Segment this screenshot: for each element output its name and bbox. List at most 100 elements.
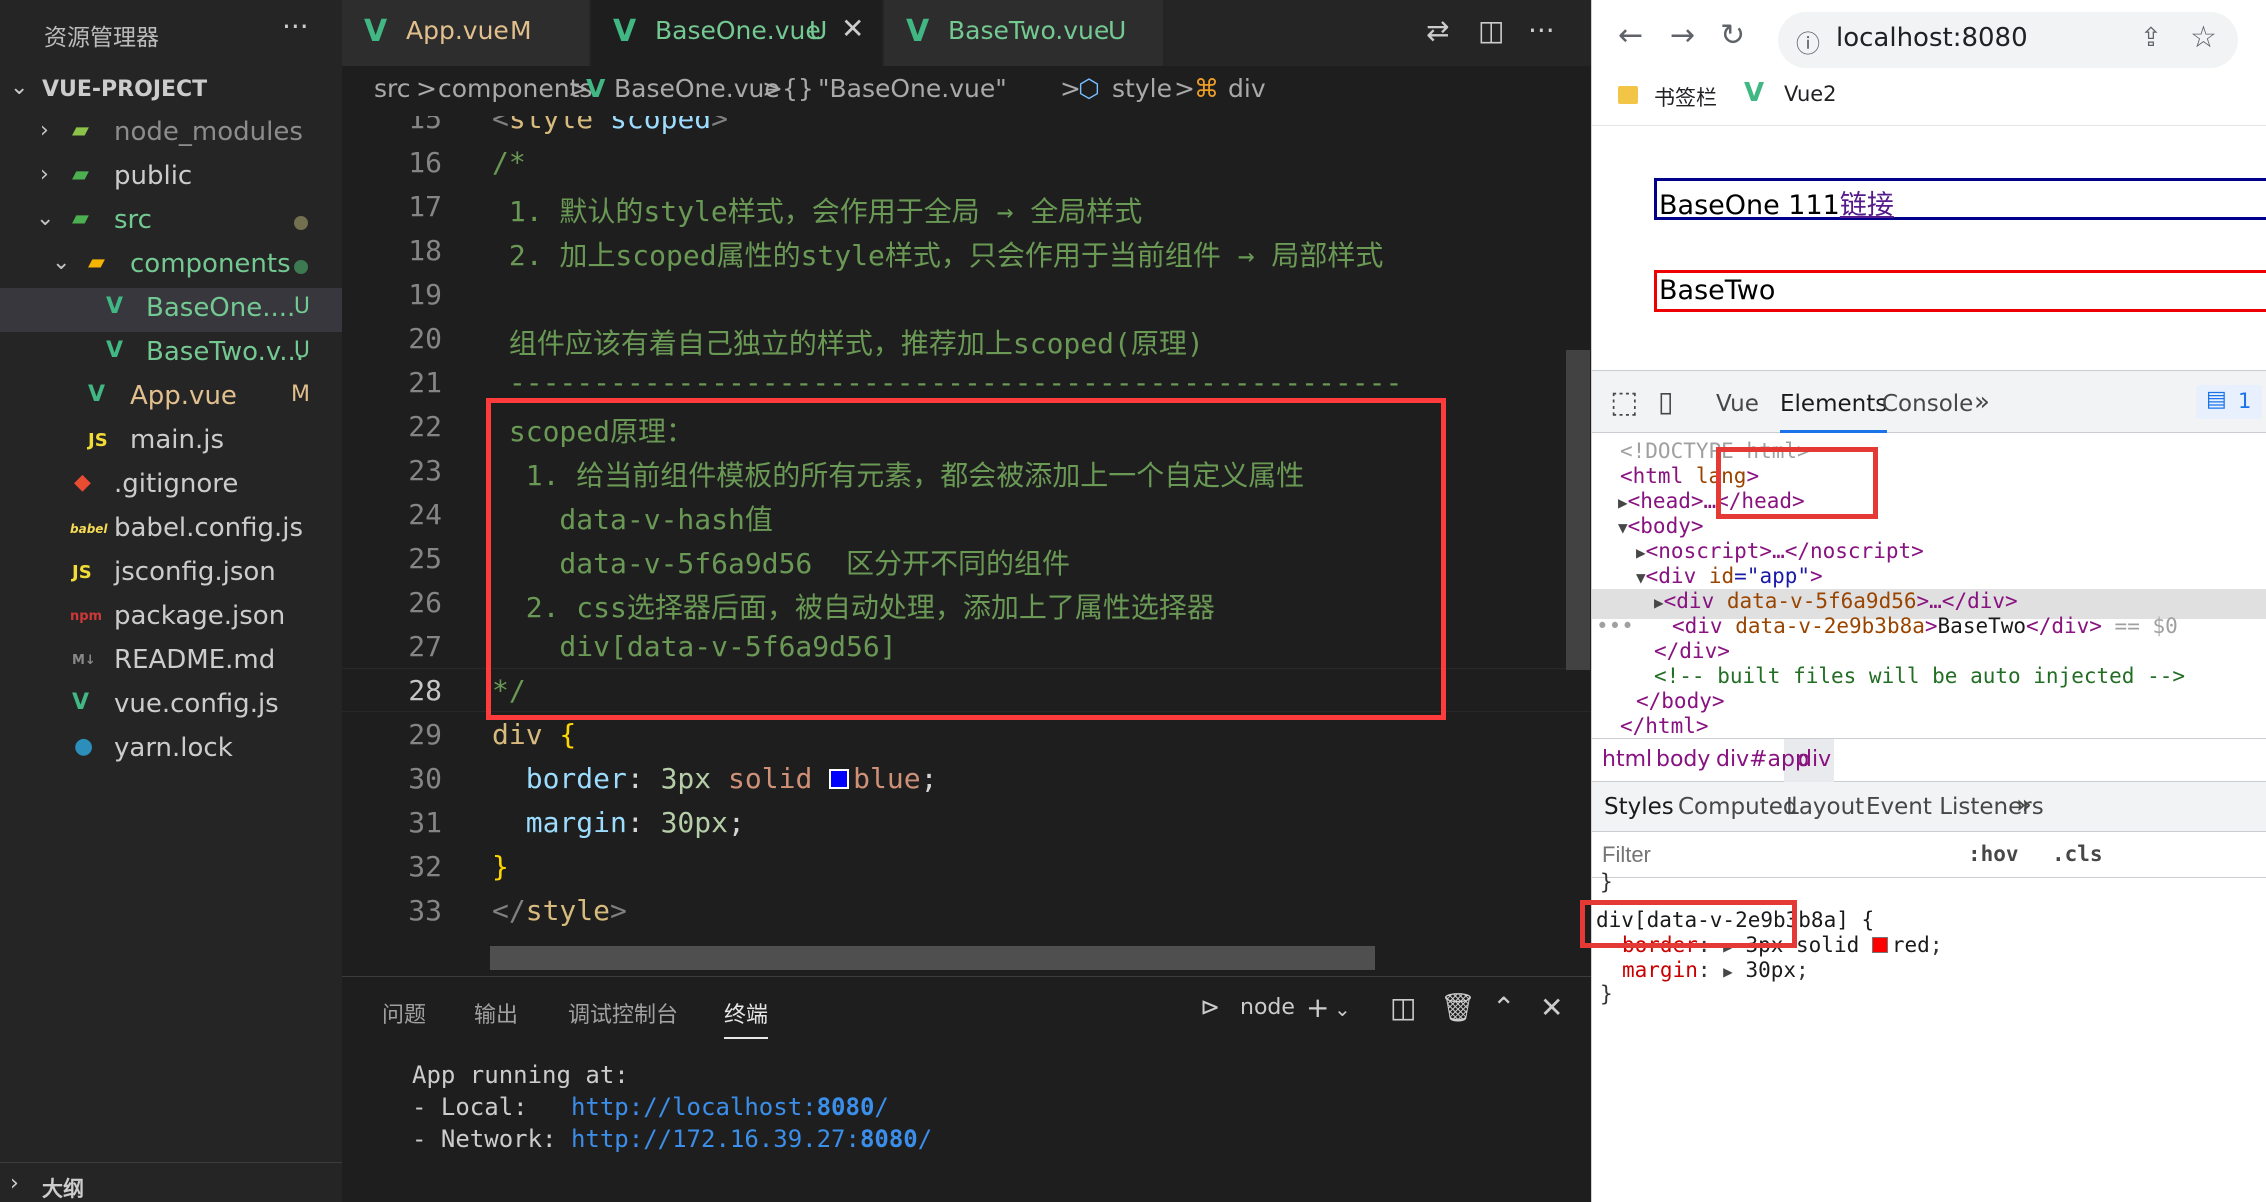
dom-node[interactable]: ▶<noscript>…</noscript> [1636, 539, 1924, 563]
tree-item-gitignore[interactable]: ◆ .gitignore [0, 464, 342, 508]
dom-node[interactable]: ▼<div id="app"> [1636, 564, 1823, 588]
add-terminal-icon[interactable]: + [1306, 991, 1329, 1024]
crumb-body[interactable]: body [1656, 747, 1710, 772]
crumb-div[interactable]: div [1798, 747, 1831, 772]
inspect-element-icon[interactable]: ⬚ [1610, 385, 1638, 420]
styles-filter-input[interactable] [1602, 842, 1922, 868]
tab-app-vue[interactable]: V App.vue M [342, 0, 590, 66]
terminal-output[interactable]: App running at: - Local: http://localhos… [412, 1059, 932, 1155]
issues-badge[interactable]: ▤ 1 [2196, 385, 2262, 419]
terminal-link-port[interactable]: 8080 [860, 1125, 918, 1153]
expand-triangle-icon[interactable]: ▶ [1654, 593, 1664, 612]
crumb-html[interactable]: html [1602, 747, 1652, 772]
tree-item-node-modules[interactable]: › ▰ node_modules [0, 112, 342, 156]
tree-item-app-vue[interactable]: V App.vue M [0, 376, 342, 420]
tree-item-babel-config[interactable]: babel babel.config.js [0, 508, 342, 552]
tree-item-public[interactable]: › ▰ public [0, 156, 342, 200]
devtools-tab-console[interactable]: Console [1882, 391, 1973, 417]
tree-item-vue-config[interactable]: V vue.config.js [0, 684, 342, 728]
color-swatch-icon[interactable] [829, 769, 850, 789]
code-editor[interactable]: 15 16 17 18 19 20 21 22 23 24 25 26 27 2… [342, 116, 1591, 976]
dom-node[interactable]: </html> [1620, 714, 1709, 738]
dom-node[interactable]: </body> [1636, 689, 1725, 713]
split-editor-icon[interactable]: ◫ [1478, 14, 1504, 47]
tree-item-jsconfig[interactable]: JS jsconfig.json [0, 552, 342, 596]
dom-node[interactable]: </div> [1654, 639, 1730, 663]
panel-tab-debug-console[interactable]: 调试控制台 [568, 997, 678, 1029]
tree-item-readme[interactable]: M↓ README.md [0, 640, 342, 684]
maximize-panel-icon[interactable]: ⌃ [1492, 991, 1515, 1024]
style-value[interactable]: red [1892, 933, 1930, 957]
dom-node-selected[interactable]: <div data-v-2e9b3b8a>BaseTwo</div> == $0 [1672, 614, 2178, 638]
split-terminal-icon[interactable]: ◫ [1390, 991, 1416, 1024]
dom-node[interactable]: <!-- built files will be auto injected -… [1654, 664, 2185, 688]
terminal-link-port[interactable]: 8080 [817, 1093, 875, 1121]
device-toolbar-icon[interactable]: ▯ [1658, 385, 1673, 418]
styles-tab-styles[interactable]: Styles [1604, 794, 1674, 820]
tab-baseone-vue[interactable]: V BaseOne.vue U ✕ [591, 0, 883, 66]
dom-node[interactable]: ▶<div data-v-5f6a9d56>…</div> [1654, 589, 2018, 613]
hover-state-toggle[interactable]: :hov [1968, 842, 2019, 866]
close-icon[interactable]: ✕ [841, 12, 864, 45]
vertical-scrollbar[interactable] [1566, 350, 1590, 670]
panel-tab-problems[interactable]: 问题 [382, 997, 426, 1029]
bookmark-star-icon[interactable]: ☆ [2190, 20, 2217, 55]
devtools-tab-vue[interactable]: Vue [1716, 391, 1759, 417]
outline-section[interactable]: › 大纲 [0, 1162, 342, 1202]
more-tabs-icon[interactable]: » [2016, 790, 2032, 820]
source-control-compare-icon[interactable]: ⇄ [1426, 14, 1449, 47]
share-icon[interactable]: ⇪ [2140, 23, 2162, 53]
panel-tab-terminal[interactable]: 终端 [724, 997, 769, 1039]
terminal-link[interactable]: / [874, 1093, 888, 1121]
more-actions-icon[interactable]: ··· [1528, 14, 1555, 47]
horizontal-scrollbar[interactable] [490, 946, 1375, 970]
tree-item-yarn-lock[interactable]: ● yarn.lock [0, 728, 342, 772]
chevron-down-icon[interactable]: ⌄ [1334, 997, 1351, 1021]
baseone-link[interactable]: 链接 [1840, 190, 1894, 221]
close-panel-icon[interactable]: ✕ [1540, 991, 1563, 1024]
tree-item-main-js[interactable]: JS main.js [0, 420, 342, 464]
expand-triangle-icon[interactable]: ▶ [1636, 543, 1646, 562]
breadcrumb-item[interactable]: BaseOne.vue [614, 74, 780, 103]
tree-item-baseone[interactable]: V BaseOne.... U [0, 288, 342, 332]
collapse-triangle-icon[interactable]: ▼ [1618, 518, 1628, 537]
bookmark-bar-label[interactable]: 书签栏 [1654, 82, 1717, 112]
terminal-shell-label[interactable]: node [1240, 995, 1295, 1020]
trash-icon[interactable]: 🗑 [1440, 991, 1476, 1024]
forward-icon[interactable]: → [1670, 18, 1695, 53]
class-toggle[interactable]: .cls [2052, 842, 2103, 866]
bookmark-vue2[interactable]: Vue2 [1784, 82, 1837, 106]
url-text[interactable]: localhost:8080 [1836, 23, 2028, 53]
tree-item-src[interactable]: ⌄ ▰ src [0, 200, 342, 244]
project-root[interactable]: ⌄ VUE-PROJECT [0, 72, 342, 112]
style-value[interactable]: 30px [1745, 958, 1796, 982]
breadcrumb-item[interactable]: "BaseOne.vue" [818, 74, 1007, 103]
style-property[interactable]: margin [1622, 958, 1698, 982]
collapse-triangle-icon[interactable]: ▼ [1636, 568, 1646, 587]
dom-node[interactable]: ▼<body> [1618, 514, 1704, 538]
terminal-link[interactable]: / [918, 1125, 932, 1153]
expand-triangle-icon[interactable]: ▶ [1723, 962, 1733, 981]
tab-basetwo-vue[interactable]: V BaseTwo.vue U [884, 0, 1164, 66]
expand-triangle-icon[interactable]: ▶ [1618, 493, 1628, 512]
tree-item-components[interactable]: ⌄ ▰ components [0, 244, 342, 288]
breadcrumb-item[interactable]: src [374, 74, 411, 103]
breadcrumb-item[interactable]: div [1228, 74, 1266, 103]
dom-tree[interactable]: <!DOCTYPE html> <html lang> ▶<head>…</he… [1592, 433, 2266, 738]
style-declaration[interactable]: margin: ▶ 30px; [1622, 958, 1809, 982]
info-icon[interactable]: ⓘ [1796, 24, 1820, 59]
styles-tab-layout[interactable]: Layout [1786, 794, 1864, 820]
tree-item-package-json[interactable]: npm package.json [0, 596, 342, 640]
more-tabs-icon[interactable]: » [1974, 387, 1990, 417]
reload-icon[interactable]: ↻ [1720, 18, 1745, 53]
styles-tab-computed[interactable]: Computed [1678, 794, 1797, 820]
node-actions-icon[interactable]: ••• [1596, 614, 1634, 638]
terminal-link[interactable]: http://172.16.39.27: [571, 1125, 860, 1153]
address-bar[interactable]: ⓘ localhost:8080 ⇪ ☆ [1778, 12, 2238, 68]
terminal-link[interactable]: http://localhost: [571, 1093, 817, 1121]
panel-tab-output[interactable]: 输出 [474, 997, 518, 1029]
breadcrumb-item[interactable]: style [1112, 74, 1172, 103]
tree-item-basetwo[interactable]: V BaseTwo.v... U [0, 332, 342, 376]
color-swatch-icon[interactable] [1871, 937, 1888, 953]
back-icon[interactable]: ← [1618, 18, 1643, 53]
